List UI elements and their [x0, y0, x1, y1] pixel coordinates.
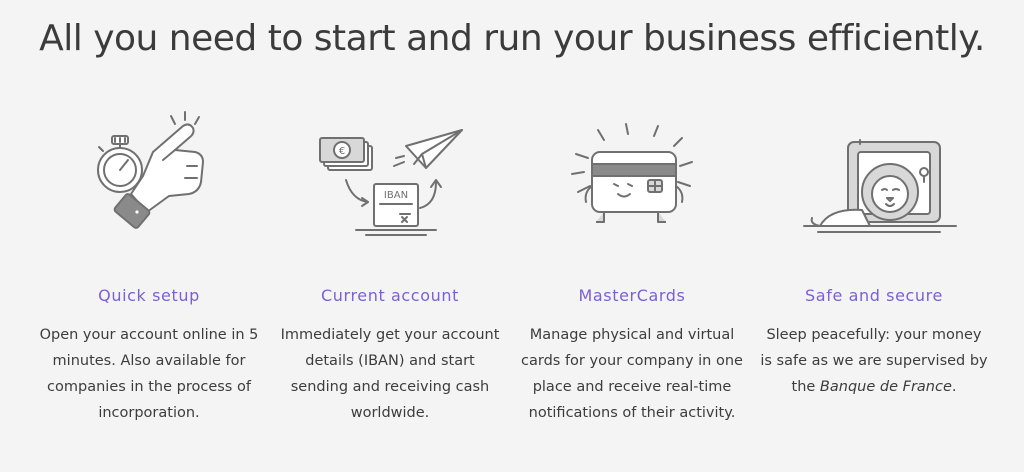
money-iban-plane-icon: € IBAN: [319, 129, 463, 236]
feature-title: Safe and secure: [805, 286, 943, 305]
card-character-icon: [571, 123, 693, 223]
description-suffix: .: [951, 379, 957, 395]
feature-current-account: € IBAN Current account Immediately get y…: [276, 100, 504, 421]
feature-description: Manage physical and virtual cards for yo…: [521, 327, 743, 421]
feature-title: MasterCards: [578, 286, 686, 305]
feature-safe-secure: Safe and secure Sleep peacefully: your m…: [760, 100, 988, 395]
feature-title: Current account: [321, 286, 459, 305]
feature-description: Sleep peacefully: your money is safe as …: [760, 322, 988, 400]
feature-quick-setup: Quick setup Open your account online in …: [35, 100, 263, 421]
feature-description: Open your account online in 5 minutes. A…: [39, 327, 259, 421]
banque-de-france-text: Banque de France: [819, 379, 952, 395]
feature-title: Quick setup: [98, 286, 200, 305]
iban-label: IBAN: [384, 190, 408, 201]
lion-safe-icon: [803, 139, 957, 233]
stopwatch-hand-icon: [97, 111, 204, 229]
feature-description: Immediately get your account details (IB…: [280, 327, 500, 421]
page-headline: All you need to start and run your busin…: [39, 18, 985, 59]
feature-mastercards: MasterCards Manage physical and virtual …: [518, 100, 746, 421]
svg-text:€: €: [339, 146, 345, 157]
